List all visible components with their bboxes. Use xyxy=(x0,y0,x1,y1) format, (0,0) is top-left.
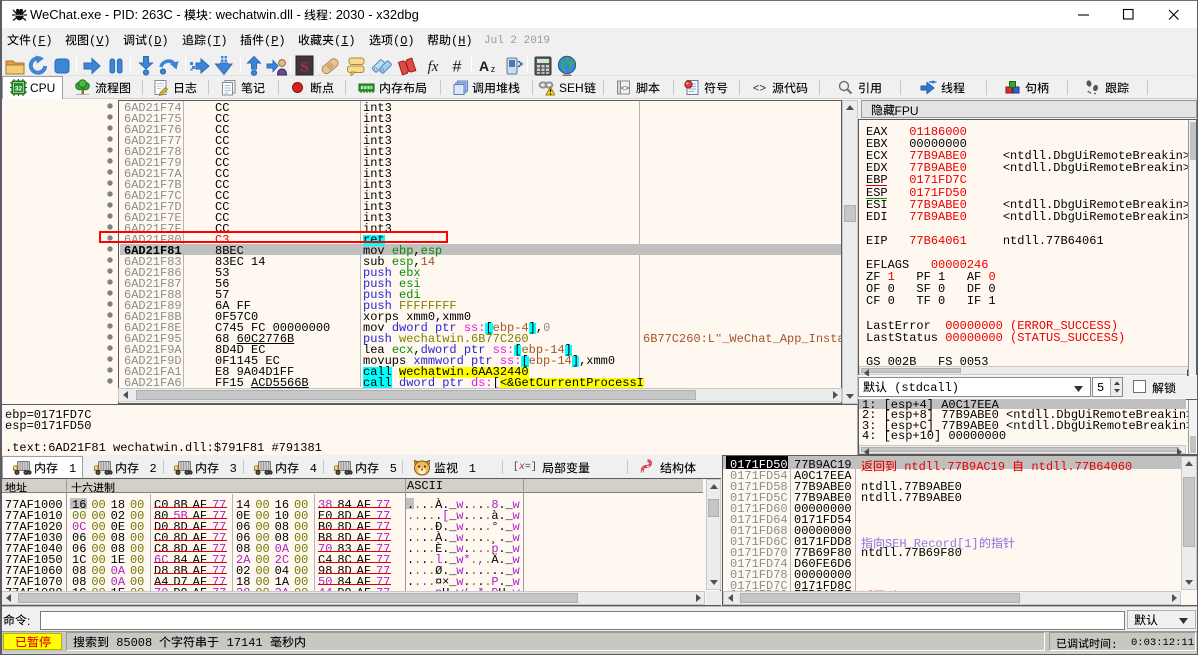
svg-text:A: A xyxy=(479,58,489,74)
svg-text:<>: <> xyxy=(752,84,765,96)
svg-text:#: # xyxy=(453,59,462,76)
svg-text:32: 32 xyxy=(14,86,22,93)
svg-text:fx: fx xyxy=(428,59,439,75)
svg-text:<>: <> xyxy=(621,86,629,94)
svg-text:z: z xyxy=(491,64,496,74)
svg-text:S: S xyxy=(300,60,308,76)
